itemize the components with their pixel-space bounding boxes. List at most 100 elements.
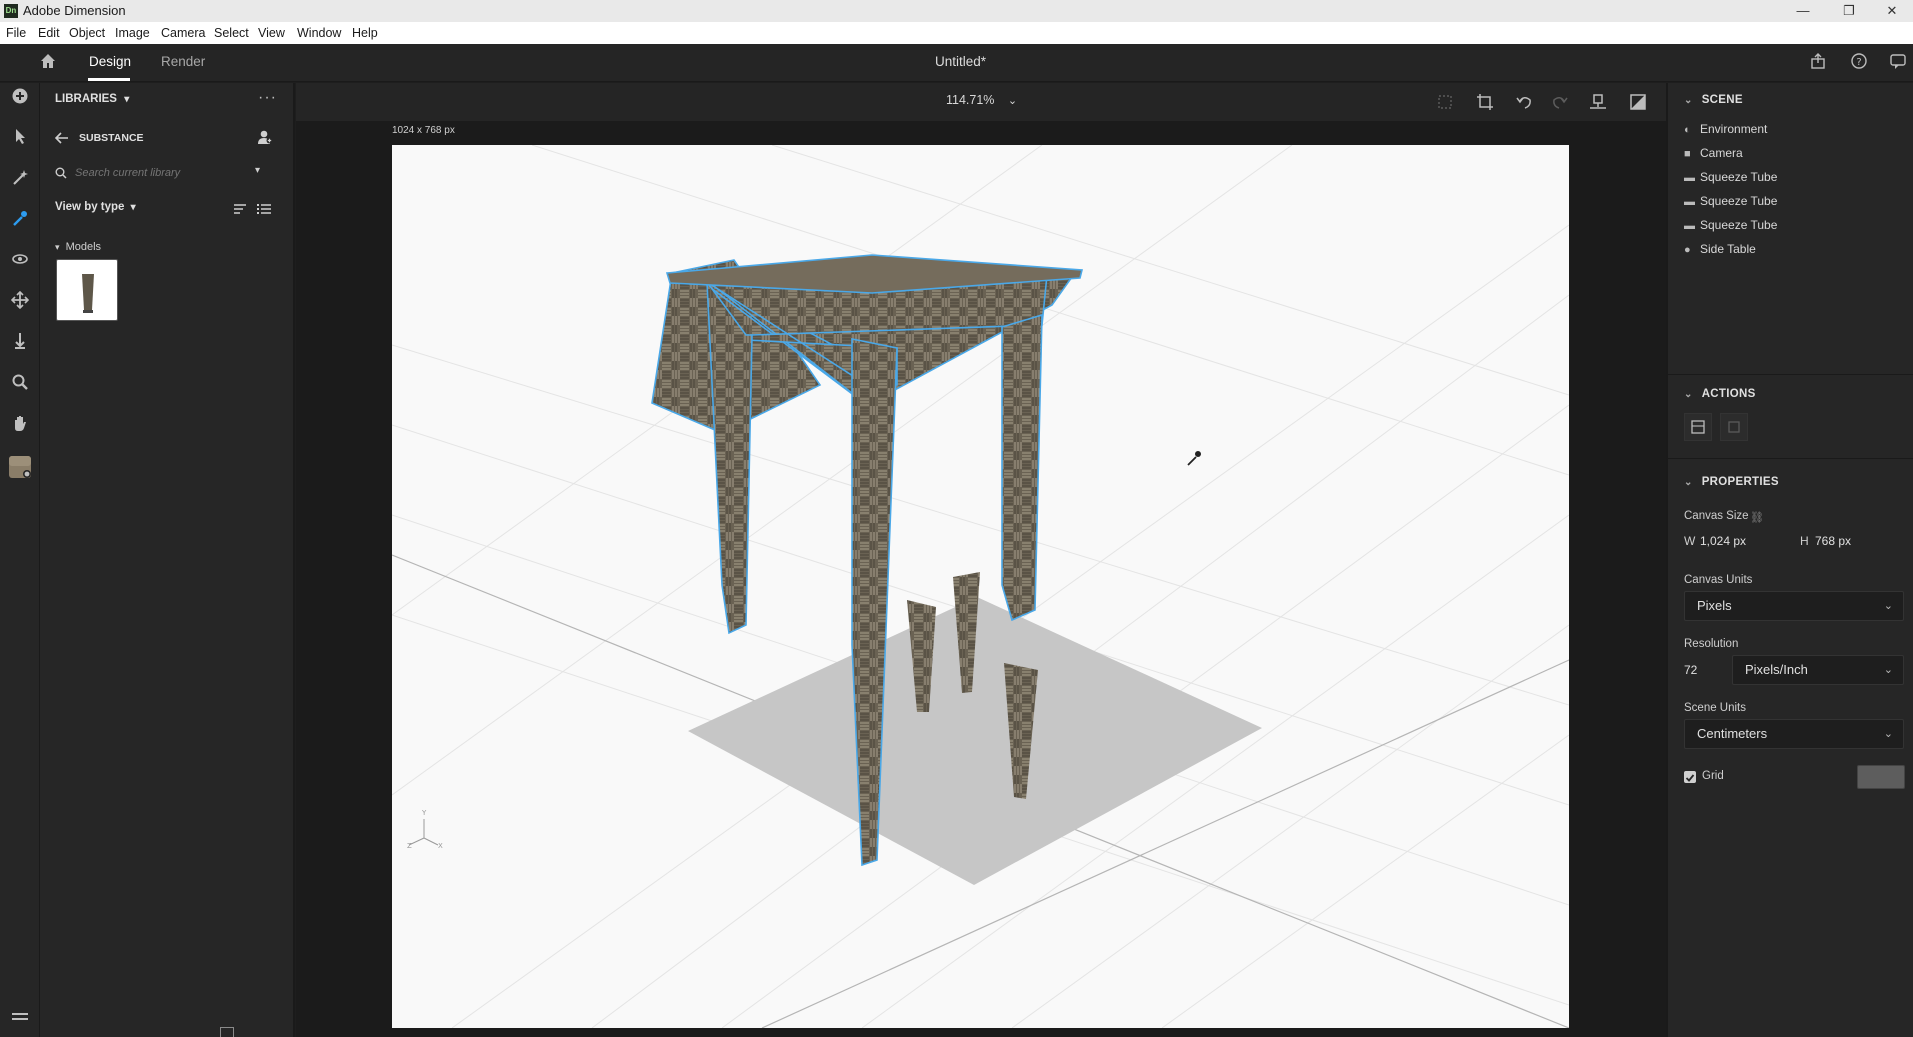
view-by-dropdown[interactable]: View by type ▾ xyxy=(55,201,136,213)
resolution-unit-value: Pixels/Inch xyxy=(1745,662,1808,677)
frame-selection-icon[interactable] xyxy=(1436,93,1454,116)
chevron-down-icon: ▾ xyxy=(130,202,136,213)
menu-edit[interactable]: Edit xyxy=(38,26,60,40)
models-label: Models xyxy=(65,241,102,253)
document-canvas[interactable]: Y Z X xyxy=(392,145,1569,1028)
canvas-toolbar: 114.71% ⌄ xyxy=(296,83,1666,121)
tab-render[interactable]: Render xyxy=(161,54,205,69)
squeeze-tube-icon xyxy=(82,274,94,313)
libraries-panel: LIBRARIES ▾ ··· SUBSTANCE ▾ View by type… xyxy=(40,83,295,1037)
model-icon: ● xyxy=(1684,244,1691,256)
add-icon[interactable] xyxy=(8,87,32,111)
canvas-units-select[interactable]: Pixels ⌄ xyxy=(1684,591,1904,621)
orbit-icon[interactable] xyxy=(8,250,32,274)
libraries-dropdown[interactable]: LIBRARIES ▾ xyxy=(55,93,129,105)
scene-item-squeeze-tube[interactable]: ▬ Squeeze Tube xyxy=(1684,218,1777,232)
menu-select[interactable]: Select xyxy=(214,26,249,40)
list-view-icon[interactable] xyxy=(257,202,271,220)
chevron-down-icon: ⌄ xyxy=(1883,600,1893,612)
add-user-icon[interactable] xyxy=(257,129,273,150)
home-icon[interactable] xyxy=(38,51,58,76)
drop-to-ground-icon[interactable] xyxy=(1589,93,1607,116)
zoom-icon[interactable] xyxy=(8,373,32,397)
actions-title: ACTIONS xyxy=(1701,388,1756,400)
chevron-down-icon: ⌄ xyxy=(1883,664,1893,676)
back-arrow-icon[interactable] xyxy=(54,131,69,149)
search-icon xyxy=(55,166,67,184)
scene-item-camera[interactable]: ■ Camera xyxy=(1684,146,1743,160)
crop-icon[interactable] xyxy=(1476,93,1494,116)
tab-design[interactable]: Design xyxy=(89,54,131,69)
menu-help[interactable]: Help xyxy=(352,26,378,40)
active-tab-indicator xyxy=(88,78,130,81)
hand-icon[interactable] xyxy=(8,414,32,438)
minimize-button[interactable]: — xyxy=(1782,0,1824,22)
feedback-icon[interactable] xyxy=(1889,52,1907,75)
width-value[interactable]: 1,024 px xyxy=(1700,534,1746,548)
fit-to-canvas-icon[interactable] xyxy=(1684,413,1712,441)
undo-icon[interactable] xyxy=(1515,93,1533,116)
zoom-dropdown[interactable]: 114.71% ⌄ xyxy=(946,93,1017,107)
search-bar[interactable]: ▾ xyxy=(55,162,265,184)
scene-item-label: Camera xyxy=(1700,146,1743,160)
redo-icon[interactable] xyxy=(1551,93,1569,116)
models-category[interactable]: ▾ Models xyxy=(55,241,101,253)
scene-units-label: Scene Units xyxy=(1684,702,1747,714)
material-swatch-icon[interactable] xyxy=(8,455,32,479)
sort-icon[interactable] xyxy=(233,202,247,220)
resolution-unit-select[interactable]: Pixels/Inch ⌄ xyxy=(1732,655,1904,685)
grid-label: Grid xyxy=(1702,770,1724,782)
scene-viewport[interactable]: Y Z X xyxy=(392,145,1569,1028)
menu-file[interactable]: File xyxy=(6,26,26,40)
width-label: W xyxy=(1684,534,1696,548)
scene-item-squeeze-tube[interactable]: ▬ Squeeze Tube xyxy=(1684,170,1777,184)
canvas-area: 114.71% ⌄ 1024 x 768 px Y Z X xyxy=(296,83,1666,1037)
share-icon[interactable] xyxy=(1809,52,1827,75)
folder-icon: ▬ xyxy=(1684,172,1695,184)
resolution-value[interactable]: 72 xyxy=(1684,663,1697,677)
menu-view[interactable]: View xyxy=(258,26,285,40)
scene-item-label: Environment xyxy=(1700,122,1768,136)
app-header: Design Render Untitled* ? xyxy=(0,44,1913,82)
chevron-down-icon: ⌄ xyxy=(1007,95,1018,107)
properties-header[interactable]: ⌄ PROPERTIES xyxy=(1684,476,1779,488)
app-logo-icon: Dn xyxy=(4,4,18,18)
close-button[interactable]: ✕ xyxy=(1871,0,1913,22)
more-options-icon[interactable]: ··· xyxy=(258,89,277,107)
dolly-icon[interactable] xyxy=(8,332,32,356)
scene-units-select[interactable]: Centimeters ⌄ xyxy=(1684,719,1904,749)
scene-header[interactable]: ⌄ SCENE xyxy=(1684,94,1743,106)
restore-button[interactable]: ❐ xyxy=(1828,0,1870,22)
chevron-down-icon: ⌄ xyxy=(1684,95,1693,106)
align-icon[interactable] xyxy=(1720,413,1748,441)
menu-window[interactable]: Window xyxy=(297,26,341,40)
grid-color-swatch[interactable] xyxy=(1857,765,1905,789)
menu-camera[interactable]: Camera xyxy=(161,26,205,40)
actions-header[interactable]: ⌄ ACTIONS xyxy=(1684,388,1756,400)
title-bar: Dn Adobe Dimension — ❐ ✕ xyxy=(0,0,1913,22)
folder-icon[interactable] xyxy=(220,1027,234,1037)
help-icon[interactable]: ? xyxy=(1850,52,1868,75)
scene-item-squeeze-tube[interactable]: ▬ Squeeze Tube xyxy=(1684,194,1777,208)
menu-object[interactable]: Object xyxy=(69,26,105,40)
divider xyxy=(1668,458,1913,459)
magic-wand-icon[interactable] xyxy=(8,168,32,192)
height-value[interactable]: 768 px xyxy=(1815,534,1851,548)
search-input[interactable] xyxy=(75,162,245,184)
divider xyxy=(1668,374,1913,375)
chevron-down-icon[interactable]: ▾ xyxy=(255,165,260,176)
properties-title: PROPERTIES xyxy=(1701,476,1779,488)
chevron-down-icon: ▾ xyxy=(124,94,130,105)
grid-checkbox[interactable] xyxy=(1684,771,1696,783)
render-preview-icon[interactable] xyxy=(1629,93,1647,116)
move-icon[interactable] xyxy=(8,290,32,315)
select-icon[interactable] xyxy=(8,127,32,151)
model-thumbnail[interactable] xyxy=(56,259,118,321)
scene-item-environment[interactable]: ◐ Environment xyxy=(1684,122,1767,136)
sample-icon[interactable] xyxy=(8,209,32,233)
menu-image[interactable]: Image xyxy=(115,26,150,40)
link-icon[interactable]: ⛓ xyxy=(1750,511,1764,524)
axis-x-label: X xyxy=(438,842,443,850)
layers-icon[interactable] xyxy=(8,1008,32,1032)
scene-item-side-table[interactable]: ● Side Table xyxy=(1684,242,1756,256)
